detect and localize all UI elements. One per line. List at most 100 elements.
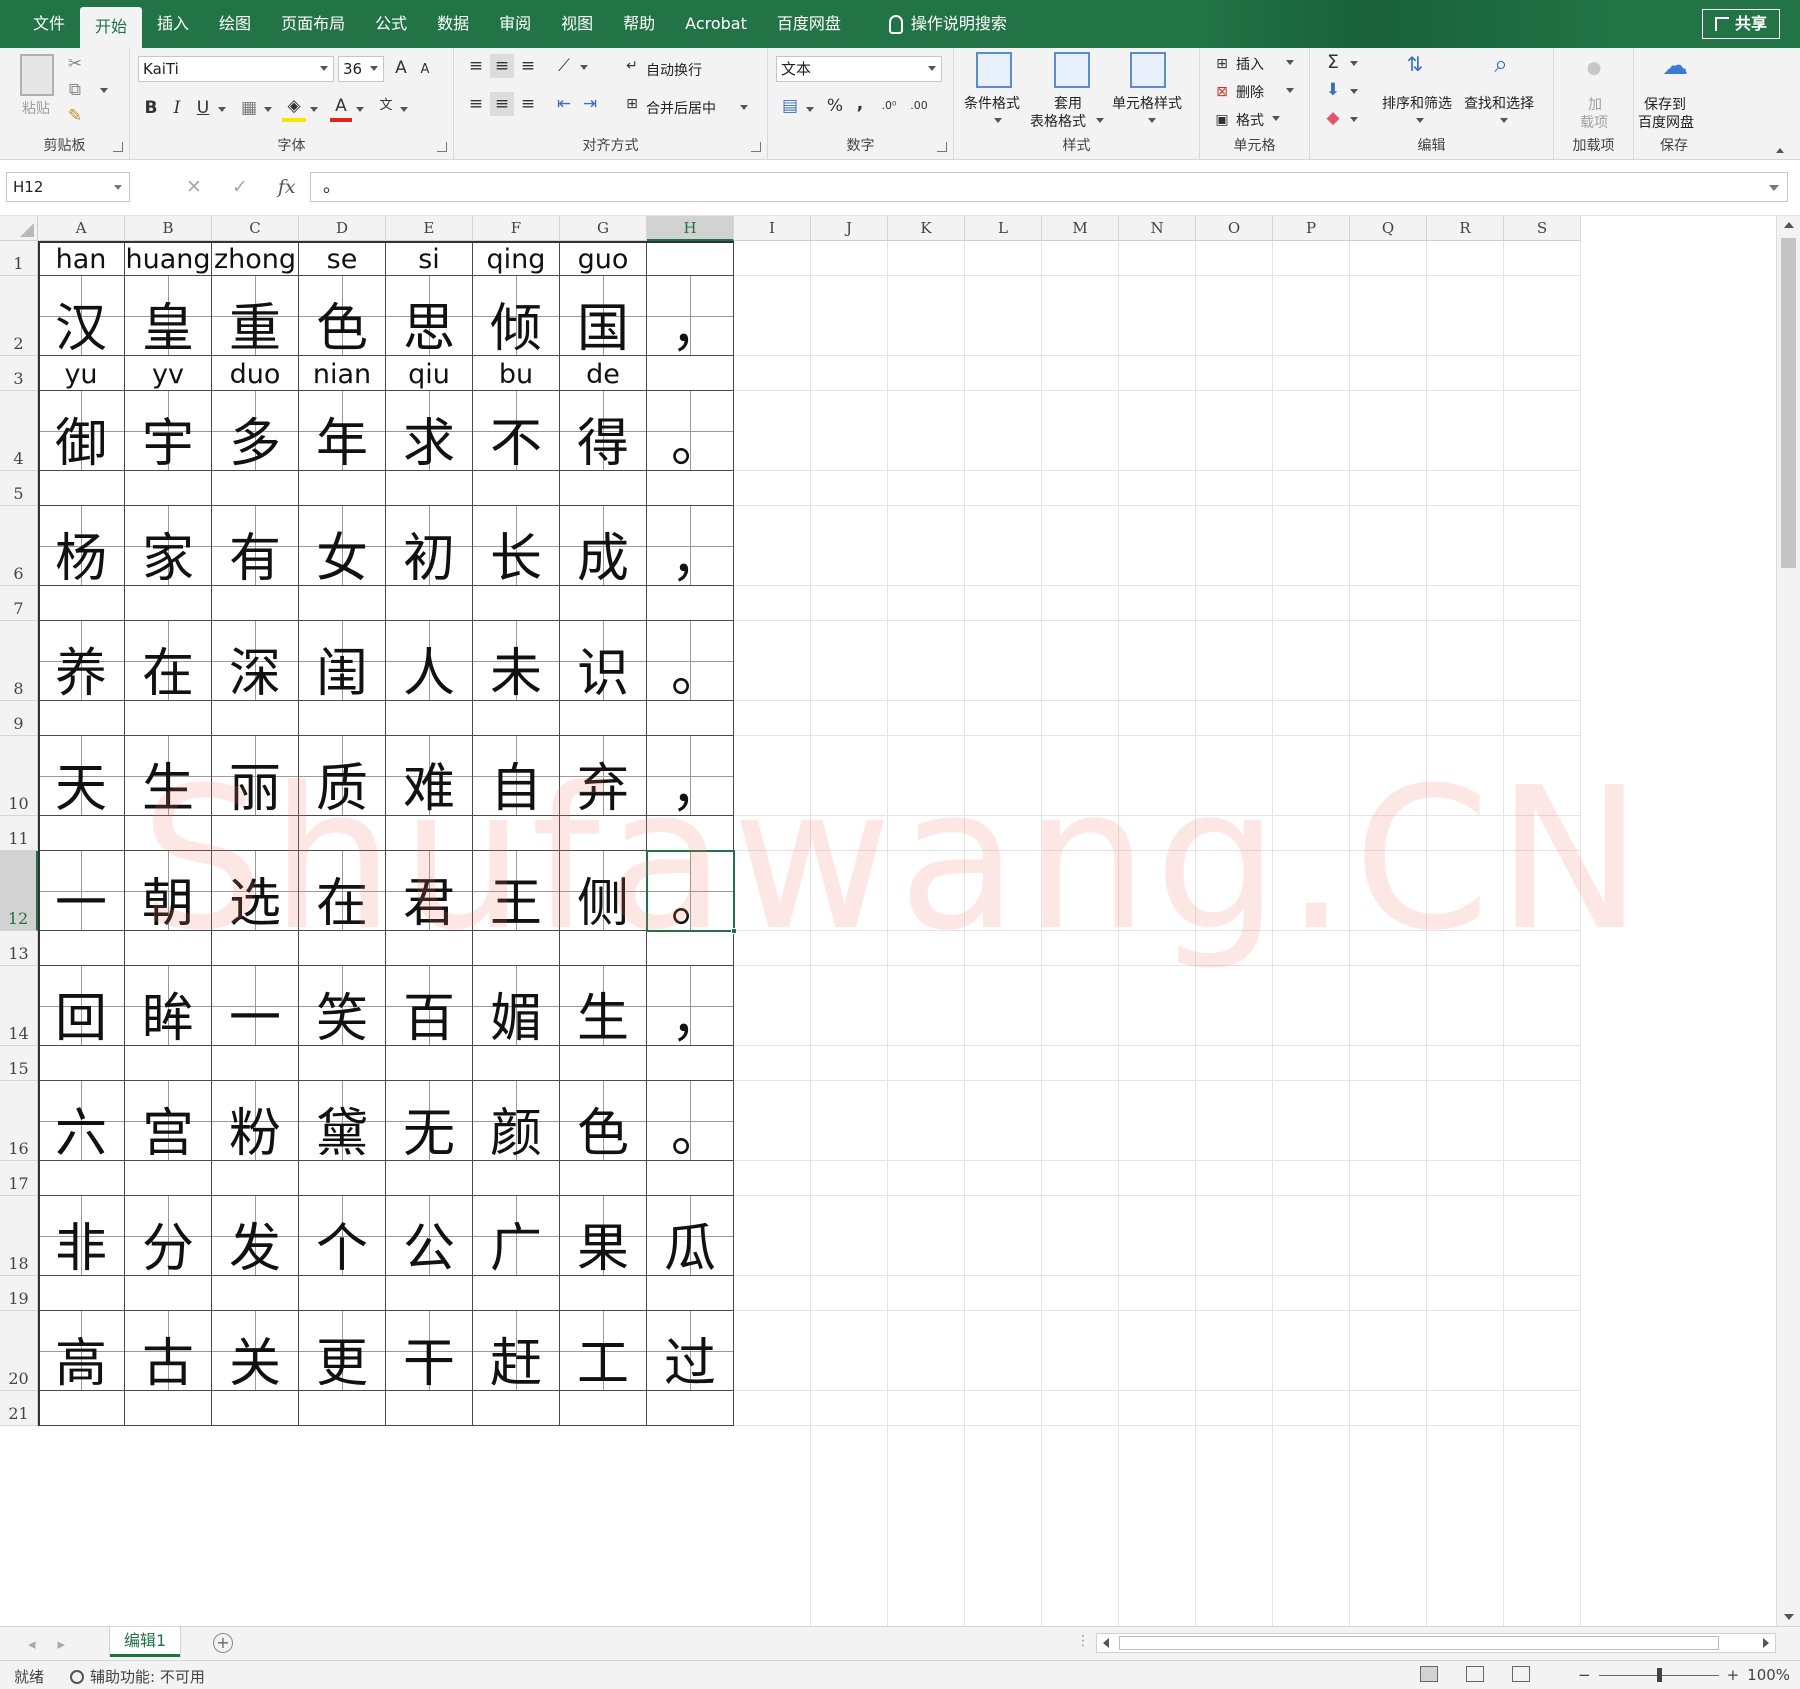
save-label-1[interactable]: 保存到	[1644, 94, 1686, 114]
cut-icon[interactable]: ✂	[64, 52, 86, 76]
tab-11[interactable]: 百度网盘	[762, 0, 856, 48]
addins-icon[interactable]: ●	[1584, 56, 1604, 80]
normal-view-icon[interactable]	[1420, 1666, 1438, 1682]
fill-icon[interactable]: ⬇	[1322, 78, 1344, 102]
column-header-F[interactable]: F	[473, 216, 560, 241]
align-left-icon[interactable]: ≡	[464, 92, 488, 116]
column-header-C[interactable]: C	[212, 216, 299, 241]
row-header-21[interactable]: 21	[0, 1391, 38, 1426]
insert-cells-icon[interactable]: ⊞	[1212, 52, 1232, 76]
row-header-18[interactable]: 18	[0, 1196, 38, 1276]
worksheet-grid[interactable]: A B C D E F G H I J K L M N O P Q R S 1 han huang zhong se si qin…	[0, 216, 1800, 1626]
conditional-formatting-icon[interactable]	[976, 52, 1012, 88]
underline-icon[interactable]: U	[192, 96, 214, 120]
font-name-box[interactable]: KaiTi	[138, 56, 334, 82]
format-label[interactable]: 格式	[1236, 110, 1264, 130]
bold-icon[interactable]: B	[140, 96, 162, 120]
conditional-formatting-label[interactable]: 条件格式	[964, 93, 1020, 113]
column-header-P[interactable]: P	[1273, 216, 1350, 241]
format-painter-icon[interactable]: ✎	[64, 104, 86, 128]
column-header-K[interactable]: K	[888, 216, 965, 241]
zoom-slider[interactable]	[1598, 1667, 1719, 1682]
column-header-E[interactable]: E	[386, 216, 473, 241]
scroll-right-icon[interactable]	[1763, 1638, 1769, 1648]
add-sheet-icon[interactable]: +	[213, 1633, 233, 1653]
font-color-dropdown[interactable]	[356, 107, 364, 112]
row-header-20[interactable]: 20	[0, 1311, 38, 1391]
zoom-level[interactable]: 100%	[1747, 1666, 1790, 1684]
align-center-icon[interactable]: ≡	[490, 92, 514, 116]
align-bottom-icon[interactable]: ≡	[516, 54, 540, 78]
autosum-icon[interactable]: Σ	[1322, 50, 1344, 74]
fill-color-dropdown[interactable]	[310, 107, 318, 112]
column-header-S[interactable]: S	[1504, 216, 1581, 241]
cell-styles-label[interactable]: 单元格样式	[1112, 93, 1182, 113]
merge-dropdown[interactable]	[740, 105, 748, 110]
tab-1[interactable]: 开始	[80, 7, 143, 48]
row-header-6[interactable]: 6	[0, 506, 38, 586]
row-header-17[interactable]: 17	[0, 1161, 38, 1196]
align-top-icon[interactable]: ≡	[464, 54, 488, 78]
page-layout-view-icon[interactable]	[1466, 1666, 1484, 1682]
vertical-scroll-thumb[interactable]	[1781, 238, 1796, 568]
column-header-L[interactable]: L	[965, 216, 1042, 241]
row-header-11[interactable]: 11	[0, 816, 38, 851]
increase-decimal-icon[interactable]: .0⁰	[876, 94, 902, 118]
format-dropdown[interactable]	[1272, 116, 1280, 121]
font-size-box[interactable]: 36	[338, 56, 384, 82]
row-header-13[interactable]: 13	[0, 931, 38, 966]
format-cells-icon[interactable]: ▣	[1212, 108, 1232, 132]
row-header-5[interactable]: 5	[0, 471, 38, 506]
clipboard-launcher[interactable]	[113, 142, 123, 152]
column-header-I[interactable]: I	[734, 216, 811, 241]
borders-icon[interactable]: ▦	[238, 96, 260, 120]
cancel-icon[interactable]: ✕	[186, 176, 202, 198]
page-break-view-icon[interactable]	[1512, 1666, 1530, 1682]
tab-4[interactable]: 页面布局	[266, 0, 360, 48]
tab-split-handle[interactable]: ⋮	[1076, 1633, 1090, 1649]
baidu-cloud-icon[interactable]: ☁	[1660, 53, 1690, 79]
accounting-dropdown[interactable]	[806, 107, 814, 112]
delete-dropdown[interactable]	[1286, 88, 1294, 93]
insert-label[interactable]: 插入	[1236, 54, 1264, 74]
scroll-up-icon[interactable]	[1784, 222, 1794, 228]
sheet-tab[interactable]: 编辑1	[110, 1627, 181, 1657]
clear-icon[interactable]: ◆	[1322, 106, 1344, 130]
tab-3[interactable]: 绘图	[204, 0, 266, 48]
merge-center-label[interactable]: 合并后居中	[646, 98, 716, 118]
underline-dropdown[interactable]	[218, 107, 226, 112]
find-select-label[interactable]: 查找和选择	[1464, 93, 1534, 113]
column-header-A[interactable]: A	[38, 216, 125, 241]
row-header-19[interactable]: 19	[0, 1276, 38, 1311]
align-middle-icon[interactable]: ≡	[490, 54, 514, 78]
row-header-8[interactable]: 8	[0, 621, 38, 701]
row-header-2[interactable]: 2	[0, 276, 38, 356]
column-header-N[interactable]: N	[1119, 216, 1196, 241]
wrap-text-icon[interactable]: ↵	[622, 54, 642, 78]
sort-filter-icon[interactable]: ⇅	[1396, 52, 1434, 76]
decrease-decimal-icon[interactable]: .00	[906, 94, 932, 118]
tab-2[interactable]: 插入	[142, 0, 204, 48]
tab-8[interactable]: 视图	[546, 0, 608, 48]
paste-icon[interactable]	[20, 54, 54, 96]
increase-indent-icon[interactable]: ⇥	[578, 92, 602, 116]
column-header-J[interactable]: J	[811, 216, 888, 241]
row-header-15[interactable]: 15	[0, 1046, 38, 1081]
enter-icon[interactable]: ✓	[232, 176, 248, 198]
borders-dropdown[interactable]	[264, 107, 272, 112]
cell-styles-icon[interactable]	[1130, 52, 1166, 88]
decrease-indent-icon[interactable]: ⇤	[552, 92, 576, 116]
accounting-icon[interactable]: ▤	[778, 94, 802, 118]
format-as-table-label-1[interactable]: 套用	[1054, 93, 1082, 113]
insert-dropdown[interactable]	[1286, 60, 1294, 65]
column-header-H[interactable]: H	[647, 216, 734, 241]
orientation-dropdown[interactable]	[580, 65, 588, 70]
horizontal-scrollbar[interactable]	[1096, 1633, 1776, 1653]
prev-sheet-icon[interactable]: ◂	[28, 1635, 36, 1653]
increase-font-icon[interactable]: A	[390, 56, 412, 80]
share-button[interactable]: 共享	[1701, 9, 1780, 39]
row-header-1[interactable]: 1	[0, 241, 38, 276]
sort-filter-dropdown[interactable]	[1416, 118, 1424, 123]
column-header-B[interactable]: B	[125, 216, 212, 241]
zoom-out-icon[interactable]: −	[1578, 1666, 1591, 1684]
